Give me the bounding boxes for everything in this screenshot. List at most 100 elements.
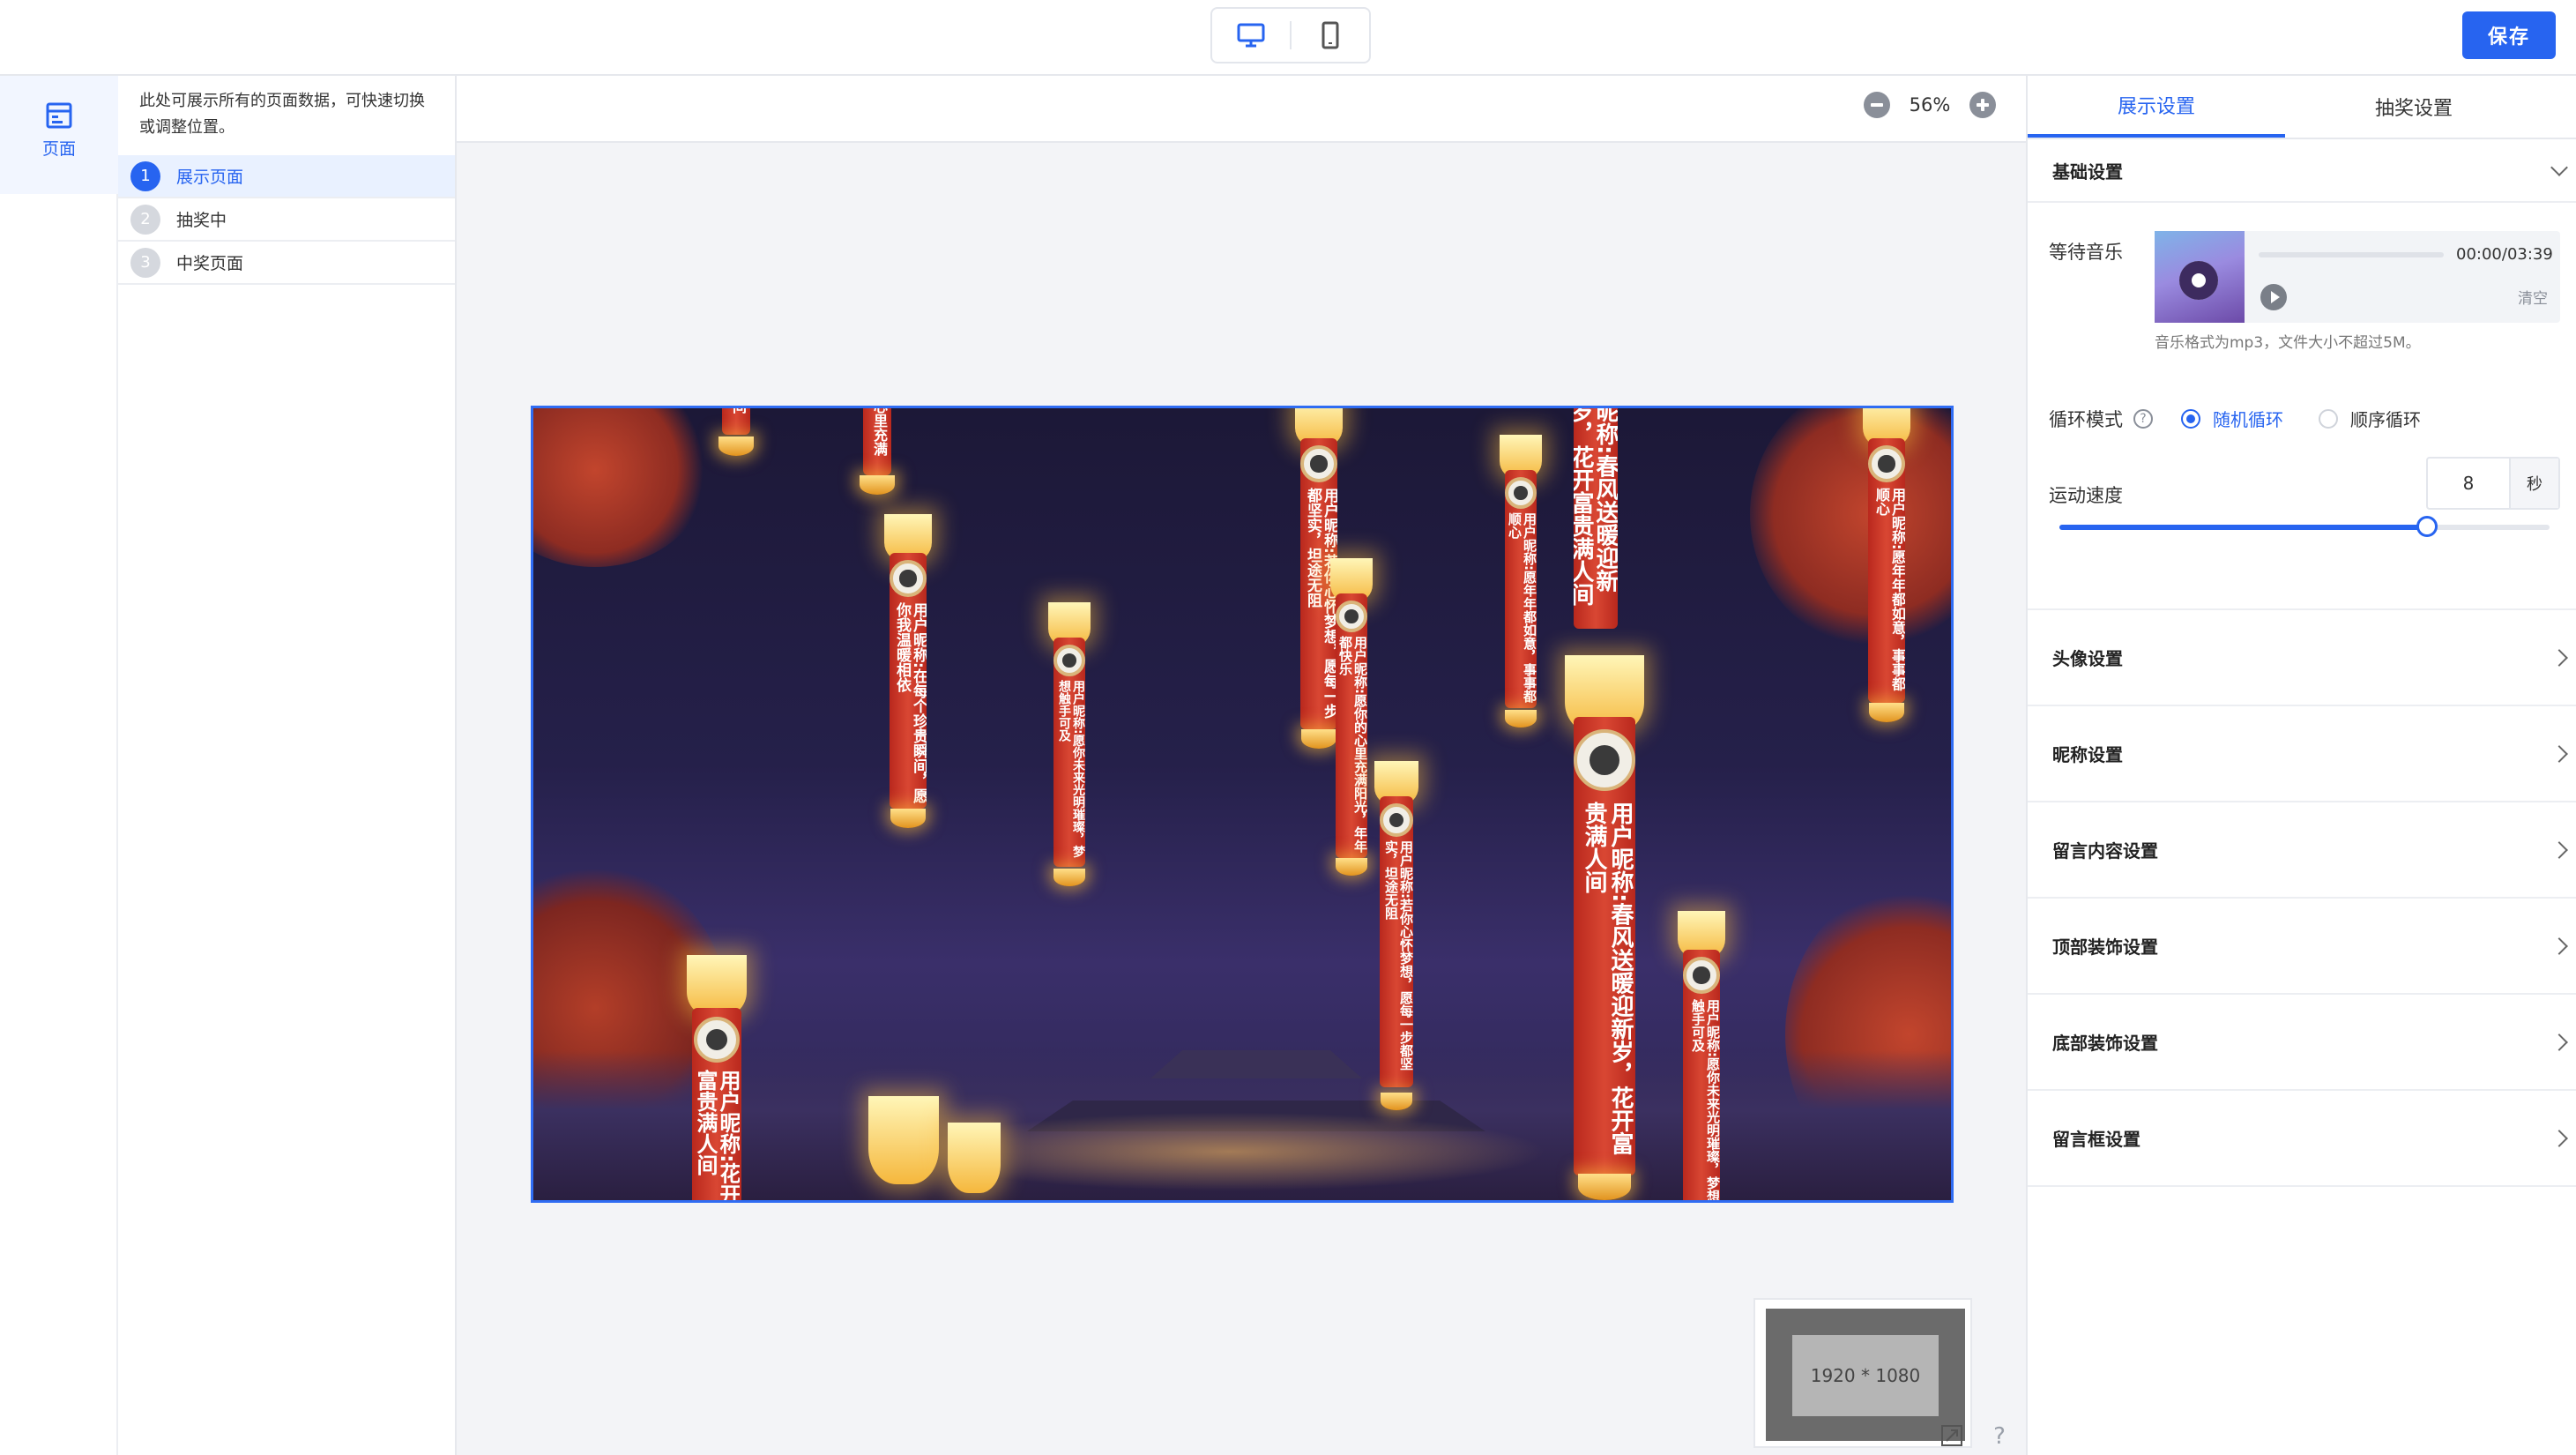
zoom-out-icon[interactable]: [1864, 92, 1890, 118]
radio-sequential-loop[interactable]: 顺序循环: [2319, 406, 2421, 431]
tree-decoration: [1750, 408, 1951, 646]
play-icon[interactable]: [2260, 284, 2287, 310]
message-lantern: 用户昵称:在每个珍贵瞬间，愿你我温暖相依: [877, 514, 939, 840]
radio-label: 顺序循环: [2350, 409, 2421, 430]
page-label: 中奖页面: [176, 254, 244, 273]
message-lantern: 用户昵称:花开富贵满人间: [681, 955, 752, 1203]
section-title: 头像设置: [2052, 648, 2123, 669]
message-lantern: 间: [710, 406, 763, 470]
page-list-item[interactable]: 3 中奖页面: [118, 242, 455, 285]
preview-stage[interactable]: 用户昵称:花开富贵满人间 间 心里充满 用户昵称:在每个珍贵瞬间，愿你我温暖相依…: [531, 406, 1954, 1203]
save-button[interactable]: 保存: [2462, 11, 2556, 59]
tab-lottery-settings[interactable]: 抽奖设置: [2285, 76, 2542, 138]
section-settings[interactable]: 头像设置: [2028, 610, 2576, 706]
page-list-item[interactable]: 2 抽奖中: [118, 198, 455, 242]
chevron-right-icon: [2550, 744, 2568, 763]
question-icon[interactable]: ?: [2133, 409, 2153, 429]
section-title: 留言框设置: [2052, 1129, 2140, 1150]
desktop-preview-button[interactable]: [1212, 9, 1290, 62]
lantern-avatar: [890, 560, 927, 597]
page-label: 展示页面: [176, 168, 244, 187]
chevron-right-icon: [2550, 840, 2568, 859]
zoom-control: 56%: [1864, 92, 1996, 118]
left-rail: 页面: [0, 76, 118, 1455]
lantern-boat: [1578, 1174, 1631, 1200]
zoom-in-icon[interactable]: [1969, 92, 1996, 118]
section-settings[interactable]: 底部装饰设置: [2028, 995, 2576, 1091]
canvas-area: 56% 用户昵称:花开富贵满人间 间 心里充满 用户昵称:在每个珍贵瞬间，愿你我…: [457, 76, 2026, 1455]
music-cover-thumbnail[interactable]: [2155, 231, 2245, 323]
help-icon[interactable]: ?: [1986, 1423, 2013, 1450]
lantern-text: 用户昵称:愿你未来光明璀璨，梦想触手可及: [1690, 999, 1720, 1203]
lantern-avatar: [1053, 645, 1085, 676]
monitor-icon: [1237, 23, 1265, 48]
lantern-avatar: [1300, 445, 1337, 482]
message-lantern: 用户昵称:愿你未来光明璀璨，梦想触手可及: [1043, 602, 1096, 902]
chevron-right-icon: [2550, 936, 2568, 955]
page-list: 1 展示页面 2 抽奖中 3 中奖页面: [118, 155, 455, 285]
lantern-avatar: [1683, 957, 1720, 994]
radio-random-loop[interactable]: 随机循环: [2181, 406, 2283, 431]
music-time: 00:00/03:39: [2456, 245, 2553, 264]
rail-item-label: 页面: [41, 139, 76, 159]
lantern-avatar: [694, 1017, 740, 1063]
radio-dot: [2181, 408, 2200, 429]
phone-icon: [1322, 21, 1339, 49]
tab-display-settings[interactable]: 展示设置: [2028, 76, 2285, 138]
zoom-level: 56%: [1909, 94, 1951, 116]
lantern-cup: [868, 1096, 939, 1184]
lantern-text: 用户昵称:在每个珍贵瞬间，愿你我温暖相依: [893, 602, 927, 803]
lantern-boat: [890, 809, 926, 828]
chevron-right-icon: [2550, 648, 2568, 667]
settings-tabs: 展示设置 抽奖设置: [2028, 76, 2576, 139]
chevron-right-icon: [2550, 1129, 2568, 1147]
minimap-viewport: 1920 * 1080: [1792, 1335, 1939, 1416]
section-settings[interactable]: 留言内容设置: [2028, 802, 2576, 899]
page-label: 抽奖中: [176, 211, 227, 230]
slider-fill: [2059, 525, 2427, 530]
page-number-badge: 3: [130, 247, 160, 278]
message-lantern: 用户昵称:若你心怀梦想，愿每一步都坚实，坦途无阻: [1369, 761, 1424, 1131]
radio-dot: [2319, 408, 2338, 429]
speed-label: 运动速度: [2049, 485, 2123, 506]
message-lantern: 用户昵称:春风送暖迎新岁，花开富贵满人间: [1556, 655, 1653, 1200]
minimap-frame: 1920 * 1080: [1766, 1309, 1965, 1441]
section-settings[interactable]: 顶部装饰设置: [2028, 899, 2576, 995]
top-toolbar: 保存: [0, 0, 2576, 76]
message-lantern: [860, 1096, 1018, 1200]
chevron-down-icon: [2550, 159, 2568, 176]
lantern-text: 用户昵称:花开富贵满人间: [694, 1070, 740, 1203]
section-basic-settings[interactable]: 基础设置: [2028, 139, 2576, 203]
page-number-badge: 1: [130, 160, 160, 191]
section-title: 顶部装饰设置: [2052, 936, 2158, 958]
speed-slider[interactable]: [2059, 516, 2550, 537]
lantern-text: 用户昵称:愿年年都如意，事事都顺心: [1507, 512, 1537, 703]
loop-mode-text: 循环模式: [2049, 409, 2123, 430]
music-player: 00:00/03:39 清空: [2155, 231, 2560, 323]
mobile-preview-button[interactable]: [1292, 9, 1369, 62]
tree-decoration: [533, 408, 710, 567]
clear-music-button[interactable]: 清空: [2518, 286, 2548, 308]
music-hint: 音乐格式为mp3，文件大小不超过5M。: [2155, 334, 2421, 352]
music-progress-track[interactable]: [2259, 252, 2444, 257]
page-list-item[interactable]: 1 展示页面: [118, 155, 455, 198]
basic-settings-body: 等待音乐 00:00/03:39 清空 音乐格式为mp3，文件大小不超过5M。 …: [2028, 203, 2576, 610]
message-lantern: 用户昵称:愿年年都如意，事事都顺心: [1494, 435, 1547, 752]
slider-handle[interactable]: [2416, 516, 2438, 537]
speed-input[interactable]: 8 秒: [2426, 457, 2560, 510]
speed-unit: 秒: [2509, 459, 2558, 508]
lantern-boat: [1505, 710, 1537, 728]
speed-value[interactable]: 8: [2428, 459, 2509, 508]
expand-icon[interactable]: [1939, 1423, 1964, 1448]
page-icon: [46, 102, 72, 129]
lantern-text: 昵称:春风送暖迎新岁，花开富贵满人间: [1574, 406, 1618, 606]
settings-panel: 展示设置 抽奖设置 基础设置 等待音乐 00:00/03:39 清空 音乐格式为…: [2026, 76, 2576, 1455]
lantern-boat: [1869, 703, 1904, 722]
rail-item-pages[interactable]: 页面: [0, 76, 118, 194]
section-title: 底部装饰设置: [2052, 1033, 2158, 1054]
lantern-text: 间: [730, 406, 747, 414]
page-number-badge: 2: [130, 204, 160, 235]
section-title: 基础设置: [2052, 160, 2123, 183]
section-settings[interactable]: 昵称设置: [2028, 706, 2576, 802]
section-settings[interactable]: 留言框设置: [2028, 1091, 2576, 1187]
